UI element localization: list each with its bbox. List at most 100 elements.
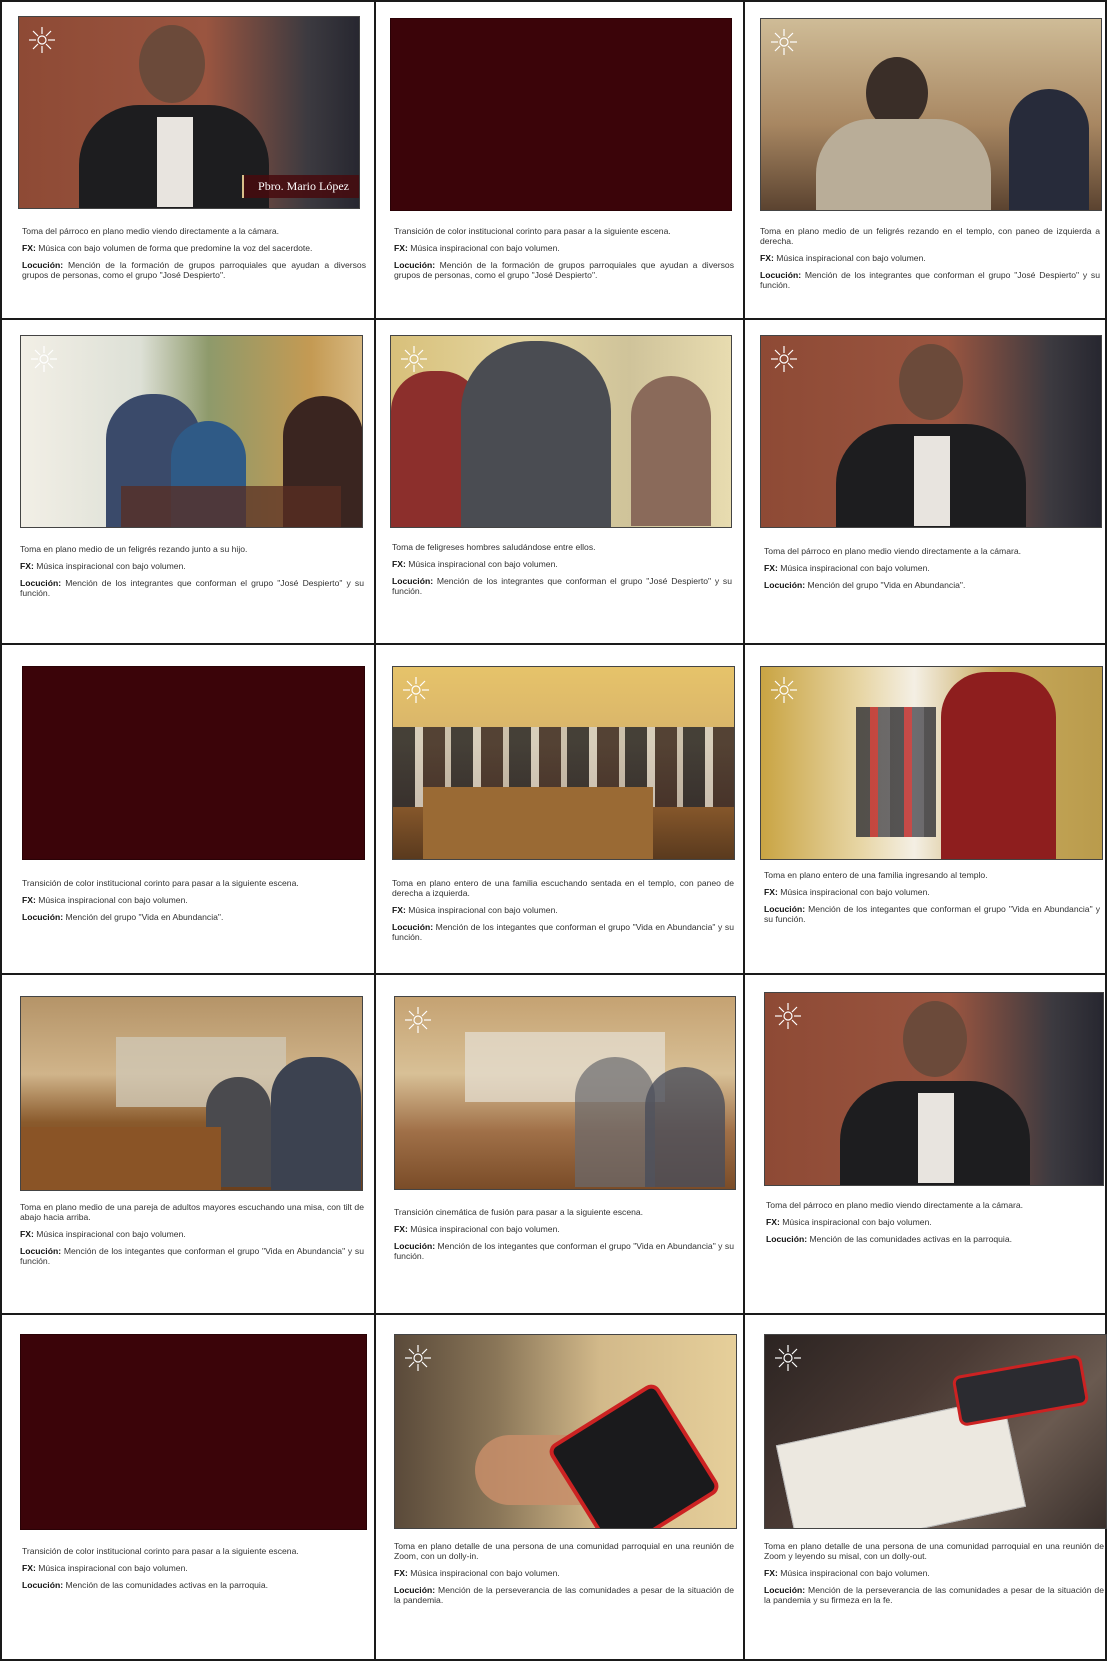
scene-description: Toma de feligreses hombres saludándose e… (392, 542, 732, 603)
shot-description: Toma en plano detalle de una persona de … (764, 1541, 1104, 1561)
fx-note: FX: Música inspiracional con bajo volume… (764, 887, 930, 897)
fx-note: FX: Música inspiracional con bajo volume… (20, 1229, 186, 1239)
parish-logo-icon (769, 675, 799, 705)
fx-note: FX: Música inspiracional con bajo volume… (764, 1568, 930, 1578)
fx-note: FX: Música inspiracional con bajo volume… (394, 1568, 560, 1578)
locucion-note: Locución: Mención de la perseverancia de… (394, 1585, 734, 1605)
scene-description: Transición de color institucional corint… (22, 1546, 366, 1597)
parish-logo-icon (399, 344, 429, 374)
locucion-note: Locución: Mención del grupo "Vida en Abu… (764, 580, 966, 590)
fx-note: FX: Música inspiracional con bajo volume… (764, 563, 930, 573)
red-vest-figure (941, 672, 1056, 859)
grid-line (0, 1313, 1107, 1315)
parish-logo-icon (401, 675, 431, 705)
chairs (121, 486, 341, 527)
grid-line (0, 0, 1107, 2)
shot-description: Toma del párroco en plano medio viendo d… (22, 226, 280, 236)
parish-logo-icon (773, 1001, 803, 1031)
boy-figure (461, 341, 611, 527)
grid-line (0, 0, 2, 1661)
priest-shirt (157, 117, 193, 207)
fx-note: FX: Música con bajo volumen de forma que… (22, 243, 313, 253)
grid-line (374, 0, 376, 1661)
grid-line (0, 973, 1107, 975)
grid-line (743, 0, 745, 1661)
scene-description: Transición de color institucional corint… (22, 878, 366, 929)
parish-logo-icon (403, 1343, 433, 1373)
fx-note: FX: Música inspiracional con bajo volume… (392, 559, 558, 569)
corinto-transition-frame (20, 1334, 367, 1530)
locucion-note: Locución: Mención de los integrantes que… (760, 270, 1100, 290)
fx-note: FX: Música inspiracional con bajo volume… (22, 1563, 188, 1573)
fx-note: FX: Música inspiracional con bajo volume… (394, 1224, 560, 1234)
scene-description: Toma en plano entero de una familia ingr… (764, 870, 1100, 931)
scene-description: Toma en plano detalle de una persona de … (394, 1541, 734, 1612)
storyboard-frame (760, 335, 1102, 528)
shot-description: Toma del párroco en plano medio viendo d… (766, 1200, 1024, 1210)
shot-description: Toma en plano entero de una familia ingr… (764, 870, 988, 880)
shot-description: Toma del párroco en plano medio viendo d… (764, 546, 1022, 556)
storyboard-frame (390, 335, 732, 528)
fx-note: FX: Música inspiracional con bajo volume… (394, 243, 560, 253)
parish-logo-icon (769, 27, 799, 57)
storyboard-frame (764, 992, 1104, 1186)
storyboard-frame (20, 335, 363, 528)
shot-description: Toma en plano detalle de una persona de … (394, 1541, 734, 1561)
man-striped-figure (631, 376, 711, 526)
shot-description: Transición de color institucional corint… (394, 226, 671, 236)
parish-logo-icon (769, 344, 799, 374)
parish-logo-icon (29, 344, 59, 374)
scene-description: Toma en plano entero de una familia escu… (392, 878, 734, 949)
scene-description: Toma en plano medio de un feligrés rezan… (760, 226, 1100, 297)
shot-description: Toma de feligreses hombres saludándose e… (392, 542, 596, 552)
grid-line (0, 318, 1107, 320)
scene-description: Toma en plano medio de un feligrés rezan… (20, 544, 364, 605)
locucion-note: Locución: Mención de las comunidades act… (22, 1580, 269, 1590)
storyboard-frame (20, 996, 363, 1191)
storyboard: Pbro. Mario López Toma del párroco en pl… (0, 0, 1107, 1661)
scene-description: Toma en plano detalle de una persona de … (764, 1541, 1104, 1612)
shot-description: Toma en plano medio de un feligrés rezan… (760, 226, 1100, 246)
locucion-note: Locución: Mención de la perseverancia de… (764, 1585, 1104, 1605)
storyboard-frame (394, 1334, 737, 1529)
storyboard-frame (764, 1334, 1107, 1529)
man-shirt (816, 119, 991, 210)
locucion-note: Locución: Mención de los integantes que … (392, 922, 734, 942)
scene-description: Toma del párroco en plano medio viendo d… (764, 546, 1100, 597)
fx-note: FX: Música inspiracional con bajo volume… (392, 905, 558, 915)
parish-logo-icon (773, 1343, 803, 1373)
storyboard-frame (394, 996, 736, 1190)
shot-description: Transición de color institucional corint… (22, 1546, 299, 1556)
grid-line (0, 643, 1107, 645)
storyboard-frame (760, 666, 1103, 860)
locucion-note: Locución: Mención de las comunidades act… (766, 1234, 1013, 1244)
storyboard-frame (760, 18, 1102, 211)
locucion-note: Locución: Mención de la formación de gru… (22, 260, 367, 280)
priest-figure (139, 25, 205, 103)
smartphone (545, 1380, 723, 1528)
locucion-note: Locución: Mención del grupo "Vida en Abu… (22, 912, 224, 922)
locucion-note: Locución: Mención de los integrantes que… (20, 578, 365, 598)
dissolve-figure (575, 1057, 655, 1187)
scene-description: Toma del párroco en plano medio viendo d… (766, 1200, 1100, 1251)
storyboard-frame: Pbro. Mario López (18, 16, 360, 209)
scene-description: Toma en plano medio de una pareja de adu… (20, 1202, 364, 1273)
locucion-note: Locución: Mención de los integantes que … (20, 1246, 364, 1266)
fx-note: FX: Música inspiracional con bajo volume… (20, 561, 186, 571)
locucion-note: Locución: Mención de la formación de gru… (394, 260, 735, 280)
storyboard-frame (392, 666, 735, 860)
scene-description: Toma del párroco en plano medio viendo d… (22, 226, 366, 287)
priest-shirt (914, 436, 950, 526)
pews (423, 787, 653, 859)
parish-logo-icon (403, 1005, 433, 1035)
locucion-note: Locución: Mención de los integantes que … (394, 1241, 734, 1261)
corinto-transition-frame (22, 666, 365, 860)
locucion-note: Locución: Mención de los integantes que … (764, 904, 1100, 924)
pews (21, 1127, 221, 1190)
fx-note: FX: Música inspiracional con bajo volume… (760, 253, 926, 263)
fx-note: FX: Música inspiracional con bajo volume… (766, 1217, 932, 1227)
woman-figure (1009, 89, 1089, 210)
elderly-man-figure (271, 1057, 361, 1190)
dissolve-figure (645, 1067, 725, 1187)
priest-shirt (918, 1093, 954, 1183)
